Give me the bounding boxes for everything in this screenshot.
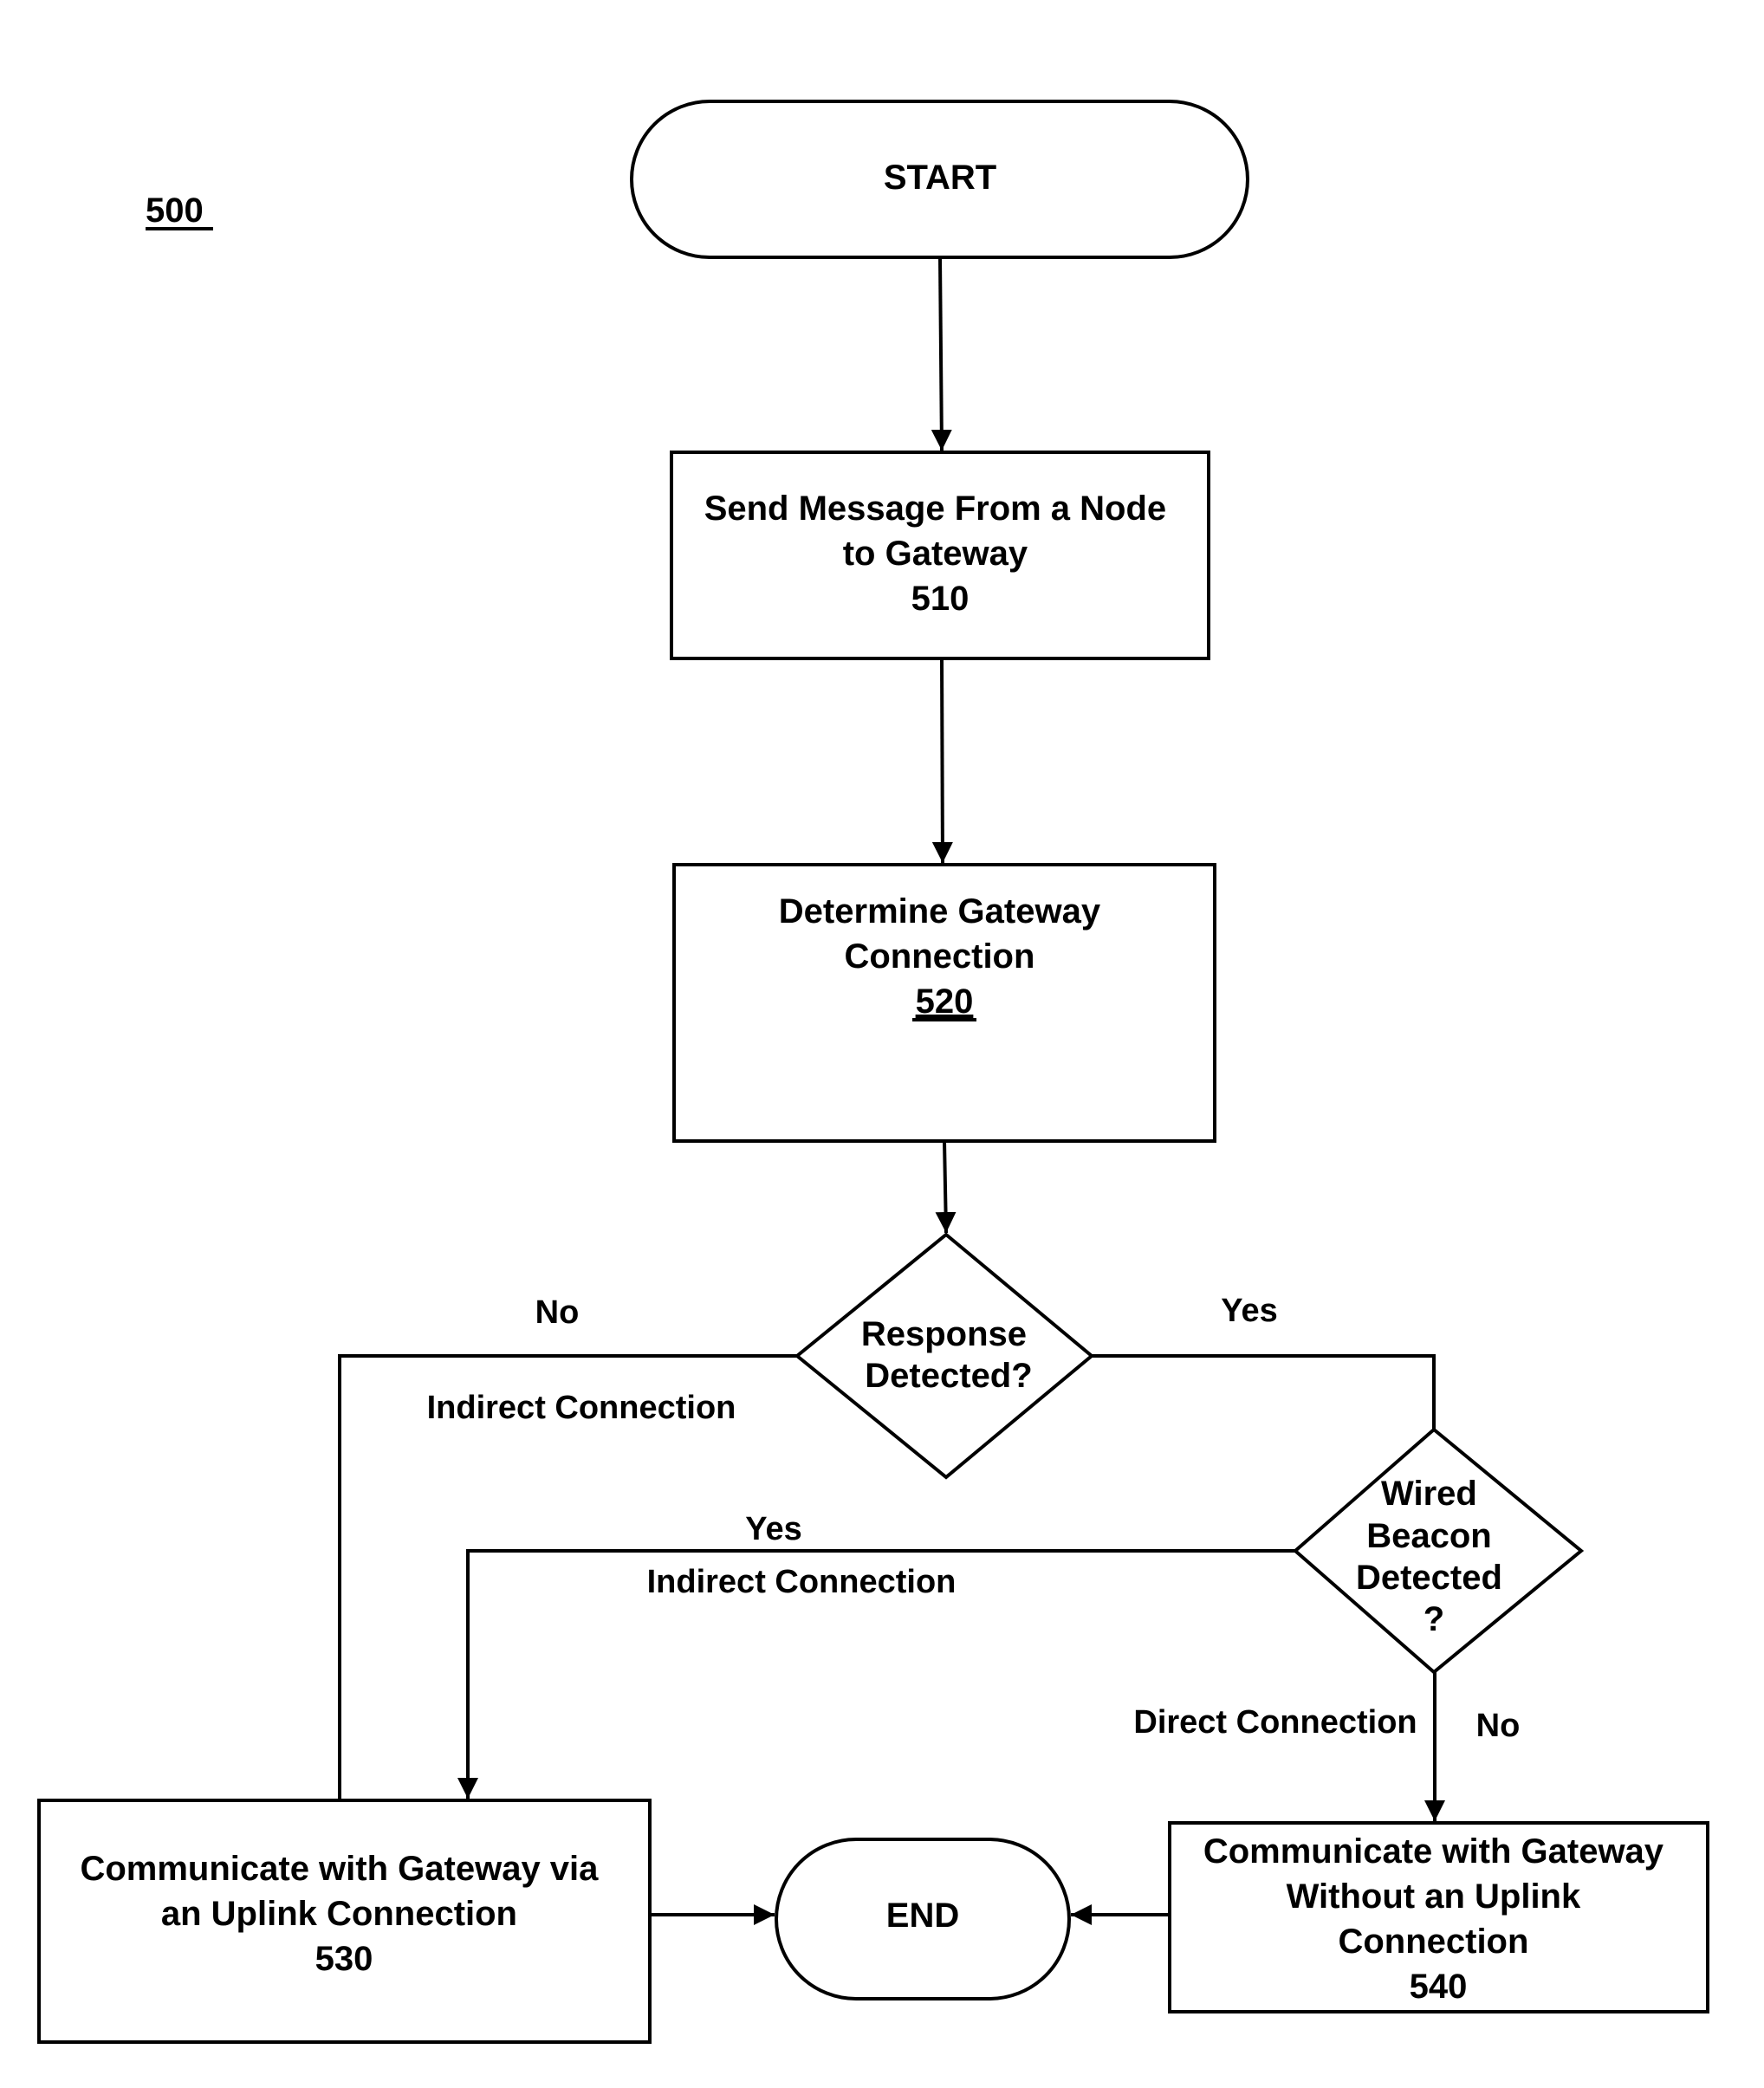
process-box-510: Send Message From a Node to Gateway 510 [670,451,1210,660]
decision-wired-beacon-detected: Wired Beacon Detected ? [1292,1427,1585,1675]
edge-label-wired-no-desc: Direct Connection [1133,1704,1417,1741]
process-520-line-2: Connection [844,937,1034,976]
process-540-line-2: Without an Uplink [1287,1877,1581,1916]
decision-response-line-1: Response [861,1315,1027,1353]
process-box-540: Communicate with Gateway Without an Upli… [1168,1821,1709,2013]
process-540-line-3: Connection [1338,1923,1528,1961]
end-terminal: END [775,1838,1071,2000]
process-510-line-1: Send Message From a Node [704,490,1166,528]
process-520-line-1: Determine Gateway [779,892,1101,931]
edge-510-to-520 [931,658,953,864]
edge-label-wired-yes-desc: Indirect Connection [647,1564,957,1600]
process-540-line-1: Communicate with Gateway [1203,1832,1664,1871]
edge-label-response-no-desc: Indirect Connection [427,1390,736,1426]
process-530-line-2: an Uplink Connection [161,1895,517,1933]
process-530-line-1: Communicate with Gateway via [80,1850,599,1888]
decision-response-line-2: Detected? [865,1357,1032,1395]
process-510-line-2: to Gateway [843,535,1028,573]
edge-response-yes-to-wired [1092,1354,1436,1430]
edge-label-response-no: No [535,1294,580,1331]
decision-wired-line-3: Detected [1356,1559,1502,1597]
edge-label-wired-no: No [1476,1708,1521,1744]
decision-wired-line-1: Wired [1381,1475,1477,1513]
process-510-ref: 510 [911,580,970,618]
start-terminal: START [630,100,1249,259]
process-box-530: Communicate with Gateway via an Uplink C… [37,1799,652,2044]
edge-label-response-yes: Yes [1221,1293,1278,1329]
start-label: START [884,159,996,197]
flowchart: 500 START Send Message From a Node to Ga… [37,100,1709,2044]
edge-label-wired-yes: Yes [745,1511,802,1547]
decision-response-detected: Response Detected? [794,1232,1095,1480]
process-box-520: Determine Gateway Connection 520 [672,863,1216,1143]
edge-520-to-response [935,1140,957,1234]
end-label: END [886,1897,959,1935]
process-530-ref: 530 [315,1940,373,1978]
decision-wired-line-4: ? [1424,1600,1444,1638]
figure-reference-number: 500 [146,191,204,230]
process-540-ref: 540 [1410,1968,1468,2006]
process-520-ref: 520 [916,982,974,1021]
decision-wired-line-2: Beacon [1366,1517,1492,1555]
edge-start-to-510 [931,256,952,451]
